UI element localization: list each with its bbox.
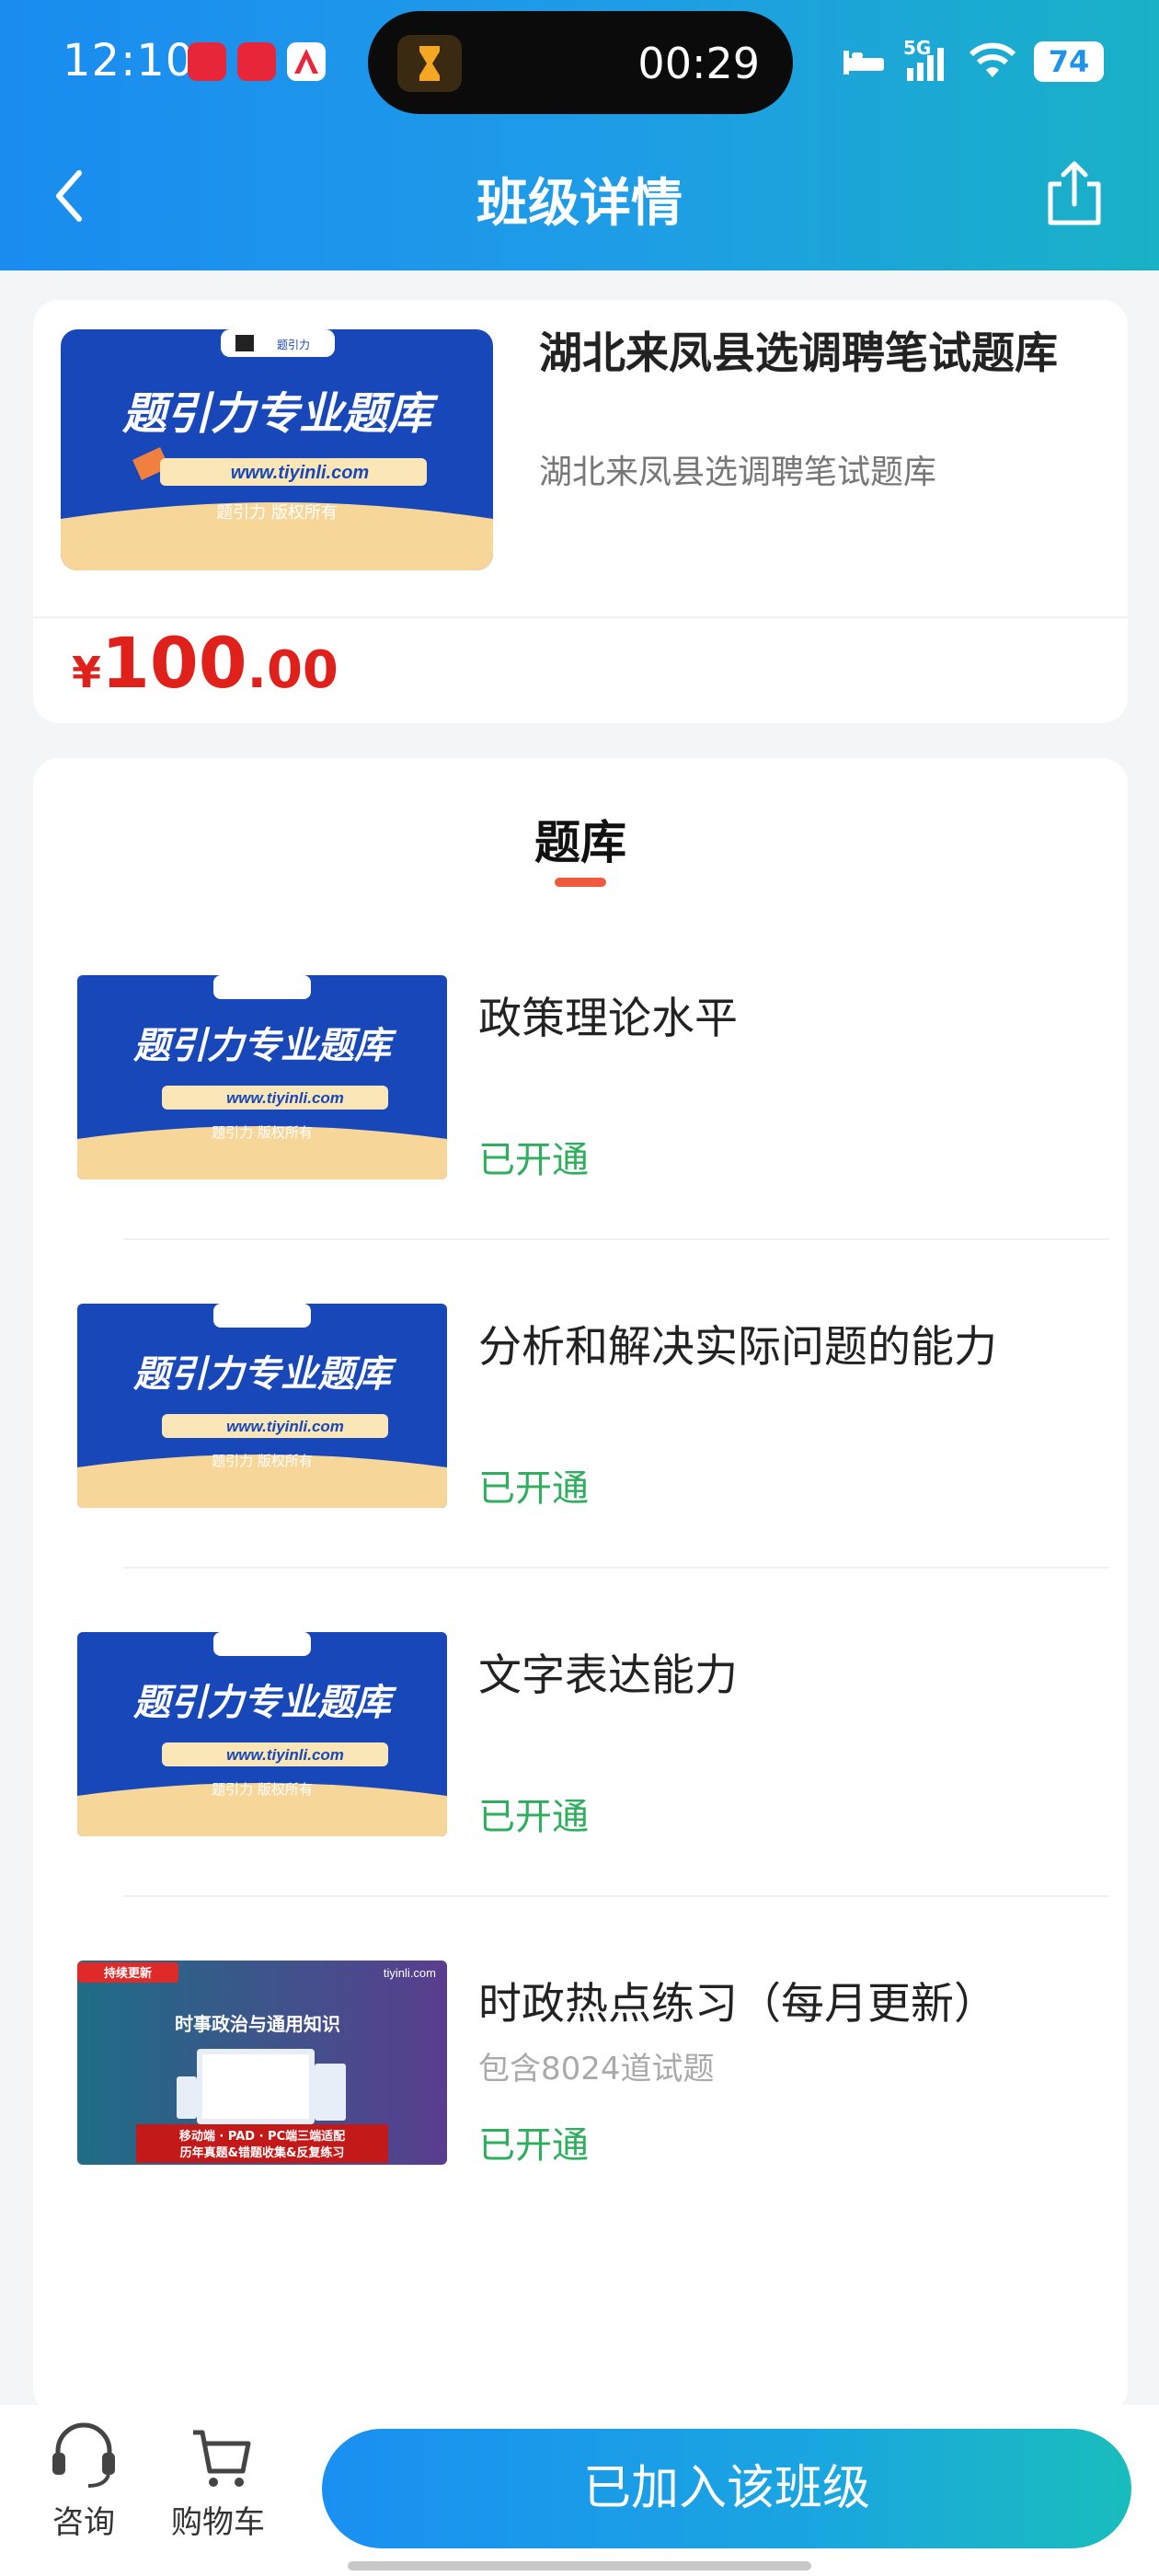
product-price: ¥100.00 <box>72 622 339 704</box>
header: 12:10 00:29 5G 74 班级详情 <box>0 0 1159 270</box>
app-notification-icon <box>287 42 326 81</box>
bank-list-item[interactable]: 持续更新 tiyinli.com 时事政治与通用知识 移动端 · PAD · P… <box>77 1961 1109 2289</box>
bank-thumbnail: 题引力专业题库 www.tiyinli.com 题引力 版权所有 <box>77 1632 447 1836</box>
bed-icon <box>843 51 884 75</box>
bank-name: 政策理论水平 <box>478 994 738 1044</box>
divider <box>33 616 1128 618</box>
app-notification-icon <box>237 42 276 81</box>
thumb-copyright: 题引力 版权所有 <box>216 503 338 523</box>
signal-icon: 5G <box>903 37 951 83</box>
thumb-copyright: 题引力 版权所有 <box>212 1453 313 1469</box>
divider <box>123 1895 1109 1897</box>
bank-name: 时政热点练习（每月更新） <box>478 1979 997 2030</box>
section-title: 题库 <box>534 816 626 869</box>
bank-status: 已开通 <box>478 1139 589 1181</box>
price-integer: 100 <box>101 622 247 704</box>
thumb-copyright: 题引力 版权所有 <box>212 1124 313 1141</box>
bank-name: 分析和解决实际问题的能力 <box>478 1322 997 1373</box>
cart-icon <box>193 2430 251 2487</box>
bank-list-item[interactable]: 题引力专业题库 www.tiyinli.com 题引力 版权所有 文字表达能力 … <box>77 1632 1109 1961</box>
headset-icon <box>52 2422 115 2488</box>
page-title: 班级详情 <box>476 174 683 234</box>
cart-label: 购物车 <box>171 2504 265 2541</box>
status-bar: 12:10 00:29 5G 74 <box>0 0 1159 129</box>
network-label: 5G <box>903 37 932 59</box>
promo-site: tiyinli.com <box>384 1966 436 1980</box>
timer-text: 00:29 <box>637 39 760 88</box>
battery-indicator: 74 <box>1034 41 1104 82</box>
consult-button[interactable]: 咨询 <box>24 2405 143 2543</box>
price-symbol: ¥ <box>72 648 102 697</box>
divider <box>123 1567 1109 1569</box>
wifi-icon <box>969 42 1016 77</box>
bank-name: 文字表达能力 <box>478 1650 738 1701</box>
bank-thumbnail: 题引力专业题库 www.tiyinli.com 题引力 版权所有 <box>77 1304 447 1508</box>
thumb-copyright: 题引力 版权所有 <box>212 1781 313 1798</box>
bank-list-item[interactable]: 题引力专业题库 www.tiyinli.com 题引力 版权所有 政策理论水平 … <box>77 975 1109 1304</box>
home-indicator[interactable] <box>348 2561 811 2570</box>
thumb-headline: 题引力专业题库 <box>132 1682 397 1724</box>
bank-status: 已开通 <box>478 2124 589 2167</box>
share-button[interactable] <box>1041 156 1107 230</box>
product-title: 湖北来凤县选调聘笔试题库 <box>539 328 1058 379</box>
thumb-headline: 题引力专业题库 <box>132 1353 397 1396</box>
bank-list-item[interactable]: 题引力专业题库 www.tiyinli.com 题引力 版权所有 分析和解决实际… <box>77 1304 1109 1632</box>
cart-button[interactable]: 购物车 <box>158 2405 278 2543</box>
promo-badge: 持续更新 <box>104 1966 152 1981</box>
status-icons: 5G 74 <box>841 37 1104 85</box>
product-thumbnail: 题引力 题引力专业题库 www.tiyinli.com 题引力 版权所有 <box>61 329 493 570</box>
thumb-url: www.tiyinli.com <box>226 1089 344 1107</box>
price-decimal: .00 <box>247 640 339 700</box>
consult-label: 咨询 <box>52 2504 115 2541</box>
thumb-url: www.tiyinli.com <box>231 463 369 483</box>
thumb-headline: 题引力专业题库 <box>132 1025 397 1067</box>
thumb-brand-tag: 题引力 <box>277 339 310 351</box>
thumb-url: www.tiyinli.com <box>226 1418 344 1435</box>
hourglass-icon <box>397 35 462 92</box>
question-bank-section: 题库 题引力专业题库 www.tiyinli.com 题引力 版权所有 政策理论… <box>33 758 1128 2414</box>
bank-thumbnail-promo: 持续更新 tiyinli.com 时事政治与通用知识 移动端 · PAD · P… <box>77 1961 447 2165</box>
section-title-underline <box>555 878 606 887</box>
product-card: 题引力 题引力专业题库 www.tiyinli.com 题引力 版权所有 湖北来… <box>33 300 1128 723</box>
bottom-action-bar: 咨询 购物车 已加入该班级 <box>0 2405 1159 2576</box>
status-time: 12:10 <box>63 35 195 86</box>
thumb-headline: 题引力专业题库 <box>121 388 439 440</box>
joined-class-button[interactable]: 已加入该班级 <box>322 2429 1131 2548</box>
app-notification-icon <box>188 42 226 81</box>
bank-status: 已开通 <box>478 1467 589 1510</box>
product-subtitle: 湖北来凤县选调聘笔试题库 <box>539 454 937 491</box>
promo-footer-line1: 移动端 · PAD · PC端三端适配 <box>179 2129 345 2144</box>
promo-footer-line2: 历年真题&错题收集&反复练习 <box>180 2145 345 2160</box>
thumb-url: www.tiyinli.com <box>226 1746 344 1764</box>
divider <box>123 1238 1109 1240</box>
bank-question-count: 包含8024道试题 <box>478 2051 715 2087</box>
bank-thumbnail: 题引力专业题库 www.tiyinli.com 题引力 版权所有 <box>77 975 447 1179</box>
promo-heading: 时事政治与通用知识 <box>175 2013 340 2035</box>
dynamic-island: 00:29 <box>368 11 793 114</box>
bank-status: 已开通 <box>478 1796 589 1838</box>
